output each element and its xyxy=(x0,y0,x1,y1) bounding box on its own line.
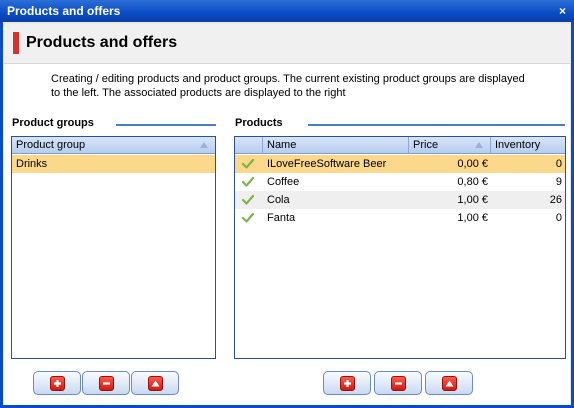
window-title: Products and offers xyxy=(7,4,121,18)
table-row[interactable]: Drinks xyxy=(12,155,215,173)
column-header-price[interactable]: Price xyxy=(409,137,491,154)
page-title: Products and offers xyxy=(26,34,178,51)
product-name-cell: Fanta xyxy=(267,212,296,224)
product-inventory-cell: 9 xyxy=(555,176,562,188)
triangle-up-icon xyxy=(148,376,163,391)
product-groups-grid[interactable]: Product group Drinks xyxy=(11,136,216,359)
add-product-group-button[interactable] xyxy=(33,371,81,395)
header-accent-bar xyxy=(13,32,19,54)
check-icon xyxy=(241,212,255,223)
product-group-cell: Drinks xyxy=(16,158,48,170)
minus-icon xyxy=(99,376,114,391)
column-header-label: Product group xyxy=(16,139,86,151)
product-price-cell: 0,00 € xyxy=(457,158,488,170)
column-header-label: Price xyxy=(413,139,439,151)
product-groups-grid-header: Product group xyxy=(12,137,215,154)
plus-icon xyxy=(50,376,65,391)
products-grid[interactable]: Name Price Inventory ILoveFreeSoftware B… xyxy=(234,136,566,359)
column-header-name[interactable]: Name xyxy=(263,137,409,154)
product-groups-section-title: Product groups xyxy=(12,117,94,129)
edit-product-group-button[interactable] xyxy=(131,371,179,395)
description-text: Creating / editing products and product … xyxy=(51,73,525,99)
table-row[interactable]: Fanta 1,00 € 0 xyxy=(235,209,565,227)
column-header-label: Inventory xyxy=(495,139,541,151)
edit-product-button[interactable] xyxy=(425,371,473,395)
main-content: Creating / editing products and product … xyxy=(4,64,570,405)
product-inventory-cell: 0 xyxy=(555,212,562,224)
table-row[interactable]: Cola 1,00 € 26 xyxy=(235,191,565,209)
product-price-cell: 1,00 € xyxy=(457,194,488,206)
remove-product-button[interactable] xyxy=(374,371,422,395)
products-grid-header: Name Price Inventory xyxy=(235,137,565,154)
product-groups-divider xyxy=(116,124,216,126)
sort-ascending-icon xyxy=(200,142,208,148)
column-header-status[interactable] xyxy=(235,137,263,154)
product-price-cell: 1,00 € xyxy=(457,212,488,224)
product-inventory-cell: 26 xyxy=(549,194,562,206)
table-row[interactable]: Coffee 0,80 € 9 xyxy=(235,173,565,191)
table-row[interactable]: ILoveFreeSoftware Beer 0,00 € 0 xyxy=(235,155,565,173)
add-product-button[interactable] xyxy=(323,371,371,395)
column-header-label: Name xyxy=(267,139,297,151)
triangle-up-icon xyxy=(442,376,457,391)
product-inventory-cell: 0 xyxy=(555,158,562,170)
plus-icon xyxy=(340,376,355,391)
column-header-product-group[interactable]: Product group xyxy=(12,137,215,154)
remove-product-group-button[interactable] xyxy=(82,371,130,395)
minus-icon xyxy=(391,376,406,391)
product-name-cell: Coffee xyxy=(267,176,300,188)
check-icon xyxy=(241,194,255,205)
products-divider xyxy=(308,124,565,126)
check-icon xyxy=(241,176,255,187)
product-price-cell: 0,80 € xyxy=(457,176,488,188)
column-header-inventory[interactable]: Inventory xyxy=(491,137,565,154)
product-name-cell: Cola xyxy=(267,194,290,206)
products-section-title: Products xyxy=(235,117,283,129)
check-icon xyxy=(241,158,255,169)
close-icon[interactable]: × xyxy=(559,0,566,22)
window-titlebar: Products and offers × xyxy=(0,0,574,22)
product-name-cell: ILoveFreeSoftware Beer xyxy=(267,158,387,170)
page-header: Products and offers xyxy=(4,24,570,64)
sort-ascending-icon xyxy=(475,142,483,148)
